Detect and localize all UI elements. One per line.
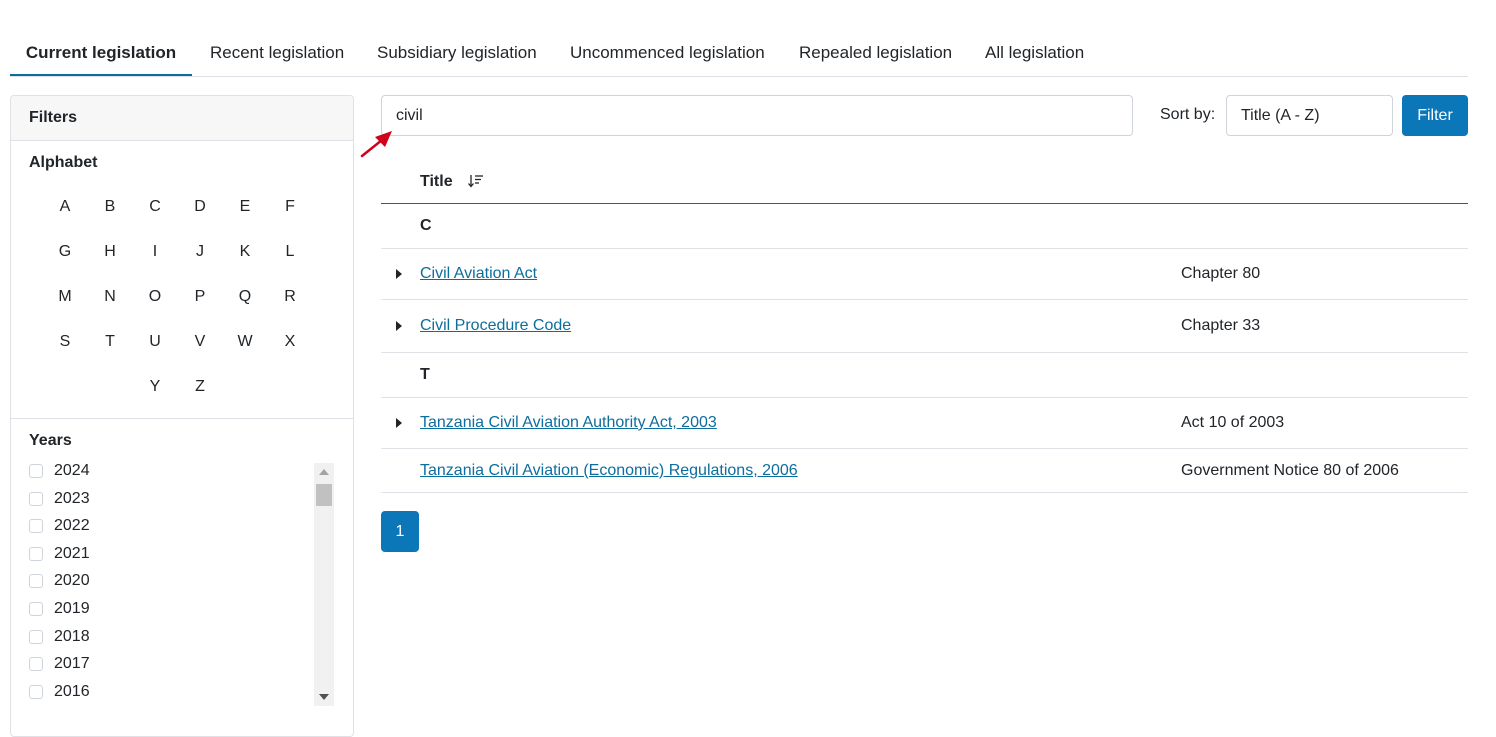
group-letter: T xyxy=(420,366,430,383)
year-filter-2017[interactable]: 2017 xyxy=(29,654,90,674)
document-link[interactable]: Civil Aviation Act xyxy=(420,265,537,283)
alphabet-letter-y[interactable]: Y xyxy=(135,378,175,396)
year-checkbox[interactable] xyxy=(29,602,43,616)
year-label: 2023 xyxy=(54,489,90,507)
year-checkbox[interactable] xyxy=(29,629,43,644)
alphabet-letter-s[interactable]: S xyxy=(45,333,85,351)
year-label: 2022 xyxy=(54,517,90,535)
alphabet-letter-r[interactable]: R xyxy=(270,288,310,306)
alphabet-letter-a[interactable]: A xyxy=(45,198,85,216)
legislation-tabs: Current legislation Recent legislation S… xyxy=(10,34,1468,77)
alphabet-letter-j[interactable]: J xyxy=(180,243,220,261)
year-checkbox[interactable] xyxy=(29,684,43,699)
filters-sidebar: Filters Alphabet ABCDEF GHIJKL MNOPQR STUVW… xyxy=(10,95,354,737)
year-checkbox[interactable] xyxy=(29,519,43,534)
table-row: Civil Aviation Act Chapter 80 xyxy=(381,248,1468,300)
year-label: 2017 xyxy=(54,655,90,673)
document-reference: Government Notice 80 of 2006 xyxy=(1181,462,1399,479)
table-header: Title xyxy=(381,160,1468,204)
year-filter-2024[interactable]: 2024 xyxy=(29,461,90,481)
years-heading: Years xyxy=(29,432,72,449)
scroll-down-arrow-icon[interactable] xyxy=(319,694,329,700)
table-row: Tanzania Civil Aviation (Economic) Regul… xyxy=(381,449,1468,493)
year-filter-2016[interactable]: 2016 xyxy=(29,682,90,702)
alphabet-letter-z[interactable]: Z xyxy=(180,378,220,396)
alphabet-letter-l[interactable]: L xyxy=(270,243,310,261)
sidebar-divider xyxy=(11,418,353,419)
sort-label: Sort by: xyxy=(1160,106,1216,123)
alphabet-letter-e[interactable]: E xyxy=(225,198,265,216)
document-link[interactable]: Civil Procedure Code xyxy=(420,317,571,335)
tab-recent-legislation[interactable]: Recent legislation xyxy=(210,34,344,75)
year-label: 2021 xyxy=(54,544,90,562)
year-label: 2020 xyxy=(54,572,90,590)
scroll-up-arrow-icon[interactable] xyxy=(319,469,329,475)
document-link[interactable]: Tanzania Civil Aviation Authority Act, 2… xyxy=(420,414,717,432)
year-filter-2020[interactable]: 2020 xyxy=(29,571,90,591)
alphabet-letter-k[interactable]: K xyxy=(225,243,265,261)
year-label: 2016 xyxy=(54,682,90,700)
caret-right-icon[interactable] xyxy=(396,321,402,331)
year-label: 2018 xyxy=(54,627,90,645)
tab-repealed-legislation[interactable]: Repealed legislation xyxy=(799,34,952,75)
alphabet-letter-v[interactable]: V xyxy=(180,333,220,351)
document-link[interactable]: Tanzania Civil Aviation (Economic) Regul… xyxy=(420,462,798,480)
document-reference: Chapter 80 xyxy=(1181,265,1261,282)
year-checkbox[interactable] xyxy=(29,657,43,672)
year-filter-2019[interactable]: 2019 xyxy=(29,599,90,619)
alphabet-letter-w[interactable]: W xyxy=(225,333,265,351)
scrollbar-thumb[interactable] xyxy=(316,484,332,506)
pagination-page-button[interactable]: 1 xyxy=(381,511,419,552)
alphabet-letter-c[interactable]: C xyxy=(135,198,175,216)
year-checkbox[interactable] xyxy=(29,464,43,478)
document-reference: Chapter 33 xyxy=(1181,317,1261,334)
tab-current-legislation[interactable]: Current legislation xyxy=(10,34,192,76)
year-checkbox[interactable] xyxy=(29,546,43,561)
alphabet-letter-u[interactable]: U xyxy=(135,333,175,351)
red-arrow-annotation-icon xyxy=(360,131,392,158)
group-row: C xyxy=(381,204,1468,249)
group-row: T xyxy=(381,353,1468,398)
year-label: 2019 xyxy=(54,600,90,617)
filters-heading: Filters xyxy=(11,96,353,141)
alphabet-letter-h[interactable]: H xyxy=(90,243,130,261)
caret-right-icon[interactable] xyxy=(396,418,402,428)
years-scrollbar[interactable] xyxy=(314,463,334,706)
year-label: 2024 xyxy=(54,462,90,479)
sort-desc-icon[interactable] xyxy=(467,173,485,189)
alphabet-letter-t[interactable]: T xyxy=(90,333,130,351)
alphabet-heading: Alphabet xyxy=(29,154,98,171)
year-filter-2021[interactable]: 2021 xyxy=(29,544,90,564)
alphabet-letter-g[interactable]: G xyxy=(45,243,85,261)
tab-all-legislation[interactable]: All legislation xyxy=(985,34,1084,75)
title-column-header[interactable]: Title xyxy=(420,173,453,191)
alphabet-letter-i[interactable]: I xyxy=(135,243,175,261)
alphabet-letter-d[interactable]: D xyxy=(180,198,220,216)
years-filter-list: 2024 2023 2022 2021 2020 2019 2018 2017 2016 xyxy=(29,461,337,707)
group-letter: C xyxy=(420,217,432,234)
tab-subsidiary-legislation[interactable]: Subsidiary legislation xyxy=(377,34,537,75)
filter-button[interactable]: Filter xyxy=(1402,95,1468,136)
year-checkbox[interactable] xyxy=(29,491,43,506)
table-row: Tanzania Civil Aviation Authority Act, 2… xyxy=(381,397,1468,449)
alphabet-letter-q[interactable]: Q xyxy=(225,288,265,306)
year-checkbox[interactable] xyxy=(29,574,43,589)
tab-uncommenced-legislation[interactable]: Uncommenced legislation xyxy=(570,34,765,75)
document-reference: Act 10 of 2003 xyxy=(1181,414,1285,431)
alphabet-letter-p[interactable]: P xyxy=(180,288,220,306)
year-filter-2023[interactable]: 2023 xyxy=(29,489,90,509)
year-filter-2022[interactable]: 2022 xyxy=(29,516,90,536)
sort-select[interactable]: Title (A - Z) xyxy=(1226,95,1393,136)
caret-right-icon[interactable] xyxy=(396,269,402,279)
alphabet-letter-m[interactable]: M xyxy=(45,288,85,306)
alphabet-letter-f[interactable]: F xyxy=(270,198,310,216)
alphabet-letter-o[interactable]: O xyxy=(135,288,175,306)
search-input[interactable] xyxy=(381,95,1133,136)
alphabet-letter-x[interactable]: X xyxy=(270,333,310,351)
alphabet-letter-b[interactable]: B xyxy=(90,198,130,216)
alphabet-letter-n[interactable]: N xyxy=(90,288,130,306)
year-filter-2018[interactable]: 2018 xyxy=(29,627,90,647)
table-row: Civil Procedure Code Chapter 33 xyxy=(381,300,1468,353)
